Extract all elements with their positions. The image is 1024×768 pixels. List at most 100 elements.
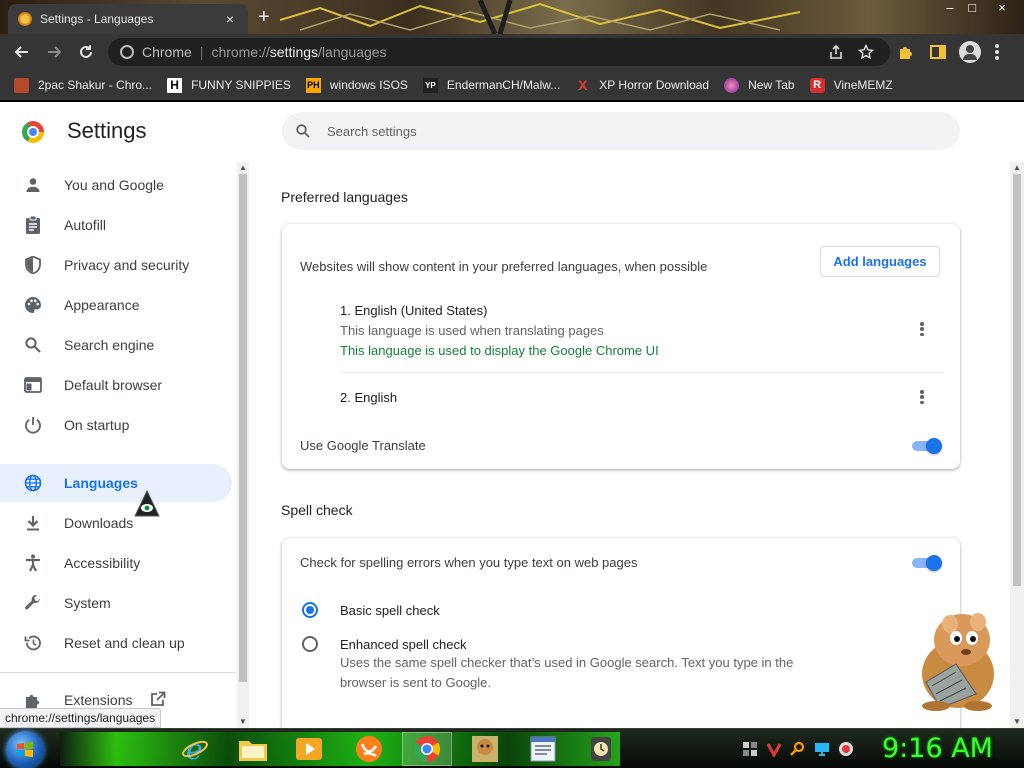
new-tab-button[interactable]: +: [258, 6, 270, 28]
accessibility-icon: [24, 554, 42, 572]
download-icon: [24, 514, 42, 532]
taskbar-internet-explorer[interactable]: e: [170, 732, 220, 766]
enhanced-spell-check-radio[interactable]: [302, 636, 318, 652]
taskbar-media-player[interactable]: [284, 732, 334, 766]
sidebar-item-you-and-google[interactable]: You and Google: [0, 166, 232, 204]
scrollbar-thumb[interactable]: [1013, 174, 1021, 586]
bookmark-endermanch[interactable]: YP EndermanCH/Malw...: [422, 77, 560, 93]
bookmark-label: New Tab: [748, 78, 795, 92]
scroll-down-arrow-icon[interactable]: ▼: [237, 716, 249, 728]
url-host: settings: [269, 44, 319, 60]
bookmark-label: VineMEMZ: [833, 78, 893, 92]
site-label: Chrome: [142, 44, 192, 60]
side-panel-icon[interactable]: [929, 38, 947, 66]
sidebar-item-label: Appearance: [64, 297, 140, 313]
tray-record-icon[interactable]: [838, 741, 854, 757]
tab-strip: Settings - Languages × + – □ ×: [0, 0, 1024, 34]
taskbar-clock-app[interactable]: [576, 732, 626, 766]
close-tab-icon[interactable]: ×: [222, 11, 238, 27]
uc-browser-icon: [356, 736, 382, 762]
sidebar-item-accessibility[interactable]: Accessibility: [0, 544, 232, 582]
tab-settings-languages[interactable]: Settings - Languages ×: [8, 4, 248, 34]
history-icon: [24, 634, 42, 652]
H-favicon-icon: H: [167, 77, 183, 93]
search-input[interactable]: [327, 123, 887, 139]
tray-search-icon[interactable]: [790, 741, 806, 757]
sidebar-item-default-browser[interactable]: Default browser: [0, 366, 232, 404]
tray-grid-icon[interactable]: [742, 741, 758, 757]
tray-monitor-icon[interactable]: [814, 741, 830, 757]
sidebar-item-label: You and Google: [64, 177, 164, 193]
scroll-down-arrow-icon[interactable]: ▼: [1011, 716, 1023, 728]
sidebar-item-autofill[interactable]: Autofill: [0, 206, 232, 244]
bookmark-windows-isos[interactable]: PH windows ISOS: [305, 77, 408, 93]
menu-kebab-icon[interactable]: [994, 38, 1000, 66]
preferred-languages-heading: Preferred languages: [281, 189, 408, 205]
chrome-logo-icon: [22, 121, 44, 143]
bookmark-xp-horror[interactable]: X XP Horror Download: [575, 77, 709, 93]
taskbar-clock[interactable]: 9:16 AM: [882, 733, 993, 764]
search-icon: [296, 124, 310, 138]
scrollbar-thumb[interactable]: [239, 174, 247, 682]
extensions-puzzle-icon[interactable]: [897, 38, 915, 66]
taskbar-chrome[interactable]: [402, 732, 452, 766]
basic-spell-check-radio[interactable]: [302, 602, 318, 618]
taskbar-file-explorer[interactable]: [228, 732, 278, 766]
google-translate-toggle[interactable]: [910, 438, 942, 454]
reload-button[interactable]: [70, 36, 102, 68]
sidebar-item-on-startup[interactable]: On startup: [0, 406, 232, 444]
bookmark-funny-snippies[interactable]: H FUNNY SNIPPIES: [167, 77, 291, 93]
scroll-up-arrow-icon[interactable]: ▲: [237, 162, 249, 174]
sidebar-item-label: Autofill: [64, 217, 107, 233]
close-window-button[interactable]: ×: [992, 0, 1012, 15]
start-button[interactable]: [6, 731, 44, 768]
search-settings-field[interactable]: [282, 112, 960, 150]
language-more-actions-icon[interactable]: [916, 388, 928, 406]
chrome-icon: [413, 736, 441, 763]
tray-v-icon[interactable]: [766, 741, 782, 757]
main-scrollbar[interactable]: ▲ ▼: [1010, 162, 1024, 728]
add-languages-button[interactable]: Add languages: [820, 246, 940, 277]
2pac-favicon-icon: [14, 77, 29, 93]
reload-icon: [80, 45, 92, 58]
taskbar-notepad[interactable]: [518, 732, 568, 766]
sidebar-item-appearance[interactable]: Appearance: [0, 286, 232, 324]
svg-text:e: e: [186, 734, 203, 764]
sidebar-item-search-engine[interactable]: Search engine: [0, 326, 232, 364]
avatar-icon: [959, 41, 981, 63]
person-icon: [24, 176, 42, 194]
url-scheme: chrome://: [211, 44, 270, 60]
bookmark-star-icon[interactable]: [858, 38, 874, 66]
sidebar-item-privacy[interactable]: Privacy and security: [0, 246, 232, 284]
forward-button[interactable]: [38, 36, 70, 68]
taskbar-uc-browser[interactable]: [344, 732, 394, 766]
system-tray: [742, 737, 862, 761]
language-more-actions-icon[interactable]: [916, 320, 928, 338]
sidebar-item-downloads[interactable]: Downloads: [0, 504, 232, 542]
minimize-button[interactable]: –: [940, 0, 960, 15]
bookmark-2pac[interactable]: 2pac Shakur - Chro...: [14, 77, 152, 93]
notepad-icon: [530, 736, 556, 762]
address-bar[interactable]: Chrome | chrome://settings/languages: [108, 38, 890, 66]
profile-avatar[interactable]: [959, 38, 981, 66]
sidebar-item-languages[interactable]: Languages: [0, 464, 232, 502]
spell-check-heading: Spell check: [281, 502, 353, 518]
sidebar-item-label: Extensions: [64, 692, 133, 708]
spell-check-toggle[interactable]: [910, 555, 942, 571]
maximize-button[interactable]: □: [962, 0, 982, 15]
sidebar-item-label: Accessibility: [64, 555, 141, 571]
bookmark-vinememz[interactable]: R VineMEMZ: [809, 77, 893, 93]
scroll-up-arrow-icon[interactable]: ▲: [1011, 162, 1023, 174]
sidebar-item-reset[interactable]: Reset and clean up: [0, 624, 232, 662]
taskbar-hamster-box[interactable]: [460, 732, 510, 766]
share-icon[interactable]: [828, 38, 844, 66]
sidebar-item-system[interactable]: System: [0, 584, 232, 622]
sidebar-scrollbar[interactable]: ▲ ▼: [237, 162, 249, 728]
back-button[interactable]: [6, 36, 38, 68]
sidebar-item-label: Privacy and security: [64, 257, 190, 273]
bookmark-new-tab[interactable]: New Tab: [724, 77, 795, 93]
omnibox-separator: |: [199, 44, 204, 60]
open-external-icon: [150, 691, 166, 710]
language-divider: [340, 372, 942, 373]
sidebar-item-label: System: [64, 595, 111, 611]
